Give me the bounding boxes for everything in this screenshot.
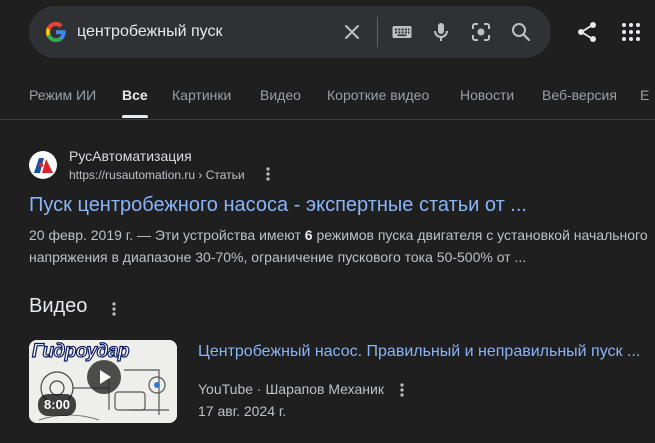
search-bar[interactable]: центробежный пуск: [29, 6, 551, 58]
more-vert-icon[interactable]: [395, 382, 409, 398]
google-g-icon: [45, 21, 66, 43]
keyboard-icon[interactable]: [390, 20, 414, 44]
search-icon[interactable]: [509, 20, 533, 44]
tab-news[interactable]: Новости: [460, 64, 514, 119]
search-divider: [377, 17, 378, 47]
header: центробежный пуск: [0, 0, 655, 64]
more-vert-icon[interactable]: [261, 166, 275, 182]
play-icon: [100, 370, 111, 384]
search-input[interactable]: центробежный пуск: [77, 6, 222, 58]
result-title-link[interactable]: Пуск центробежного насоса - экспертные с…: [29, 192, 527, 218]
tab-ai-mode[interactable]: Режим ИИ: [29, 64, 96, 119]
search-tabs: Режим ИИ Все Картинки Видео Короткие вид…: [0, 64, 655, 120]
close-icon[interactable]: [340, 20, 364, 44]
video-title-link[interactable]: Центробежный насос. Правильный и неправи…: [198, 343, 640, 361]
tab-all[interactable]: Все: [122, 64, 148, 119]
apps-grid-icon[interactable]: [619, 20, 643, 44]
site-favicon-icon[interactable]: [29, 151, 57, 179]
snippet-bold: 6: [304, 227, 313, 243]
tab-images[interactable]: Картинки: [172, 64, 231, 119]
play-button[interactable]: [87, 360, 121, 394]
videos-heading: Видео: [29, 295, 88, 317]
site-url[interactable]: https://rusautomation.ru › Статьи: [69, 168, 245, 182]
more-vert-icon[interactable]: [107, 300, 121, 318]
snippet-text-start: 20 февр. 2019 г. — Эти устройства имеют: [29, 227, 305, 243]
video-duration: 8:00: [38, 394, 77, 416]
lens-icon[interactable]: [469, 20, 493, 44]
share-icon[interactable]: [575, 20, 599, 44]
video-source: YouTube · Шарапов Механик: [198, 381, 384, 397]
tab-more[interactable]: Е: [640, 64, 649, 119]
video-thumbnail[interactable]: Гидроудар 8:00: [29, 340, 177, 423]
tab-short-videos[interactable]: Короткие видео: [327, 64, 429, 119]
tab-videos[interactable]: Видео: [260, 64, 301, 119]
active-tab-indicator: [122, 115, 148, 118]
tab-web[interactable]: Веб-версия: [542, 64, 617, 119]
result-snippet: 20 февр. 2019 г. — Эти устройства имеют …: [29, 224, 651, 268]
microphone-icon[interactable]: [429, 20, 453, 44]
site-name[interactable]: РусАвтоматизация: [69, 148, 192, 164]
video-date: 17 авг. 2024 г.: [198, 403, 287, 419]
